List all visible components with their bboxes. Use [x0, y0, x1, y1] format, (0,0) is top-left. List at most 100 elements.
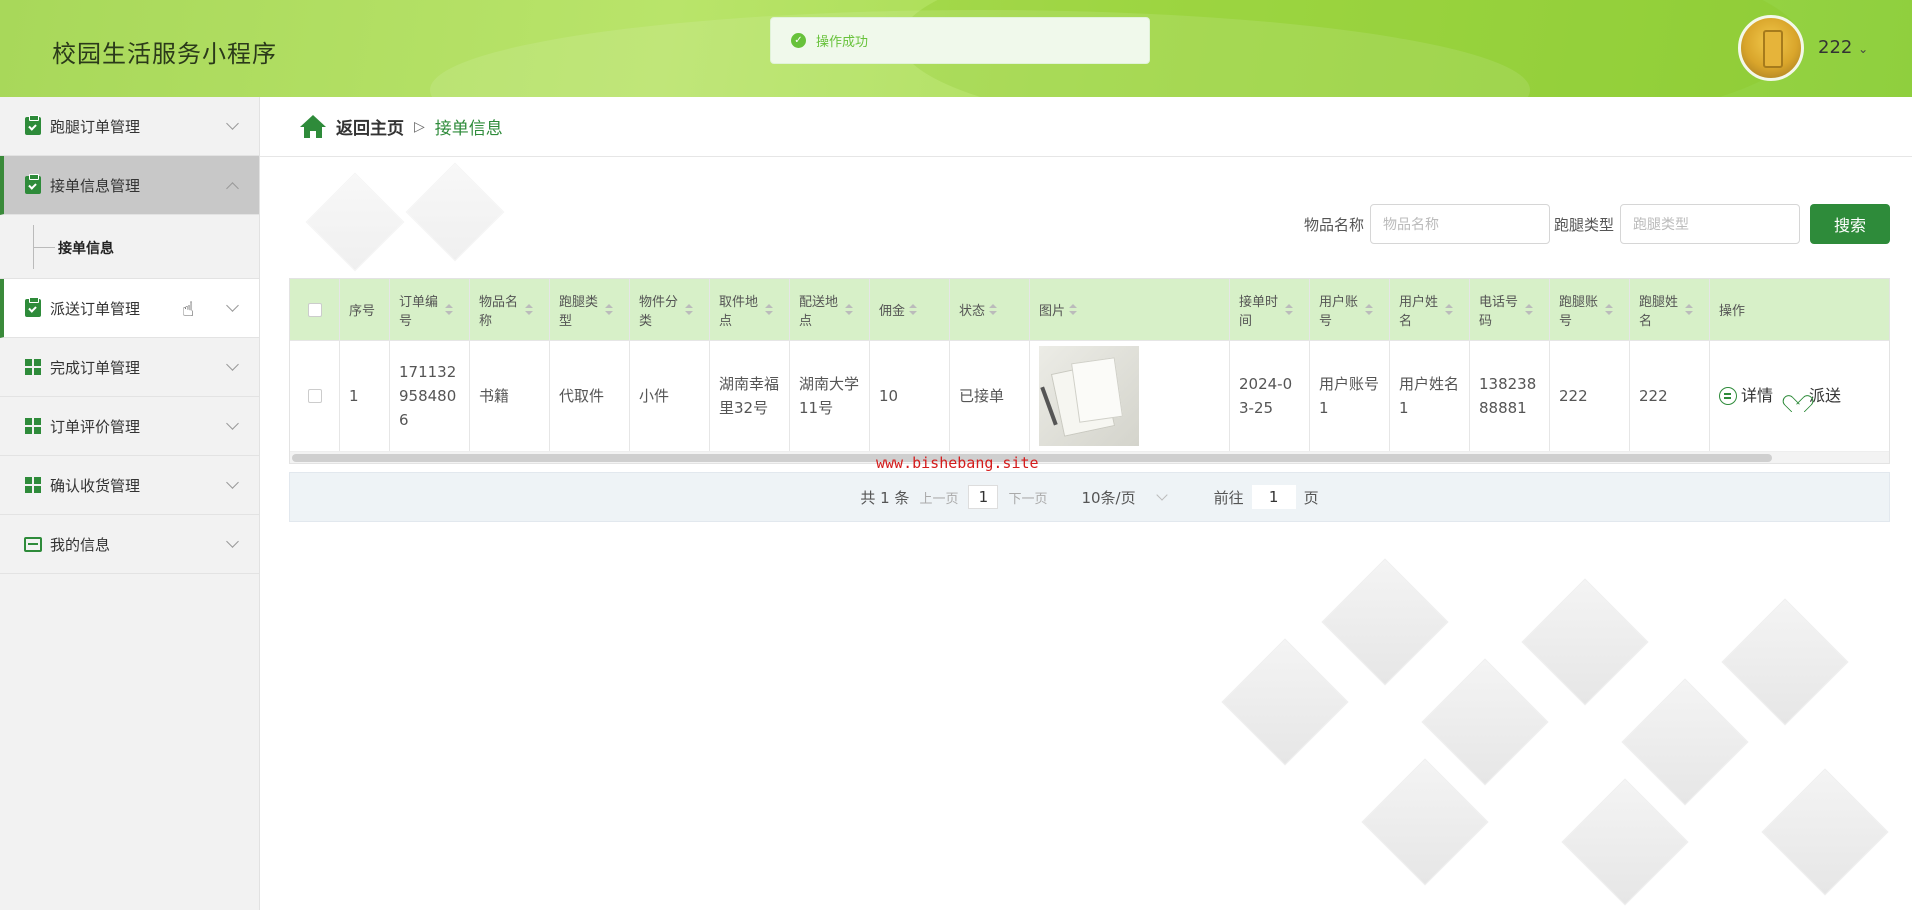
sort-icon — [1525, 303, 1533, 316]
breadcrumb-separator: ▷ — [414, 118, 425, 135]
sidebar-item-completed-orders[interactable]: 完成订单管理 — [0, 338, 259, 397]
column-header: 操作 — [1719, 304, 1746, 319]
next-page-button[interactable]: 下一页 — [1008, 488, 1047, 507]
cell-runner-name: 222 — [1630, 341, 1710, 451]
column-header[interactable]: 取件地点 — [710, 279, 790, 340]
sidebar-item-my-info[interactable]: 我的信息 — [0, 515, 259, 574]
sidebar: 跑腿订单管理 接单信息管理 接单信息 派送订单管理 ☝ 完成订单管理 订单评价管… — [0, 97, 260, 910]
goto-suffix: 页 — [1303, 488, 1319, 507]
wallet-icon — [24, 535, 42, 553]
background-tile — [1361, 758, 1489, 886]
chevron-down-icon — [226, 358, 239, 371]
chevron-down-icon — [1155, 489, 1168, 501]
cell-actions: 详情 派送 — [1710, 341, 1889, 451]
breadcrumb: 返回主页 ▷ 接单信息 — [260, 97, 1912, 157]
clipboard-icon — [24, 174, 42, 194]
table-row: 1 1711329584806 书籍 代取件 小件 湖南幸福里32号 湖南大学1… — [290, 340, 1889, 451]
column-header[interactable]: 跑腿类型 — [550, 279, 630, 340]
background-tile — [405, 162, 505, 262]
select-all-checkbox[interactable] — [290, 279, 340, 340]
sort-icon — [909, 303, 918, 316]
row-checkbox[interactable] — [290, 341, 340, 451]
home-icon[interactable] — [300, 114, 326, 139]
cell-user-name: 用户姓名1 — [1390, 341, 1470, 451]
sidebar-subitem-accept-info[interactable]: 接单信息 — [0, 215, 259, 279]
sort-icon — [605, 303, 613, 316]
column-header[interactable]: 接单时间 — [1230, 279, 1310, 340]
column-header[interactable]: 用户姓名 — [1390, 279, 1470, 340]
column-header[interactable]: 配送地点 — [790, 279, 870, 340]
heart-icon — [1787, 388, 1805, 404]
background-tile — [1521, 578, 1649, 706]
background-tile — [1721, 598, 1849, 726]
clipboard-check-icon — [24, 115, 42, 135]
sidebar-item-confirm-receipt[interactable]: 确认收货管理 — [0, 456, 259, 515]
column-header[interactable]: 用户账号 — [1310, 279, 1390, 340]
hand-cursor-icon: ☝ — [182, 297, 195, 321]
column-header[interactable]: 跑腿账号 — [1550, 279, 1630, 340]
check-circle-icon: ✓ — [791, 33, 806, 48]
cell-pickup: 湖南幸福里32号 — [710, 341, 790, 451]
cell-phone: 13823888881 — [1470, 341, 1550, 451]
column-header[interactable]: 状态 — [950, 279, 1030, 340]
search-button[interactable]: 搜索 — [1810, 204, 1890, 244]
sidebar-item-label: 跑腿订单管理 — [50, 117, 141, 136]
sort-icon — [845, 303, 853, 316]
sort-icon — [1685, 303, 1693, 316]
search-bar: 物品名称 跑腿类型 搜索 — [1304, 204, 1890, 244]
sidebar-item-label: 我的信息 — [50, 535, 111, 554]
user-name: 222 — [1818, 37, 1853, 58]
top-header: 校园生活服务小程序 ✓ 操作成功 222 ⌄ — [0, 0, 1912, 97]
column-header[interactable]: 物件分类 — [630, 279, 710, 340]
item-name-input[interactable] — [1369, 204, 1550, 244]
goto-page-input[interactable]: 1 — [1251, 485, 1296, 509]
background-tile — [1221, 638, 1349, 766]
cell-accept-time: 2024-03-25 — [1230, 341, 1310, 451]
chevron-down-icon — [226, 476, 239, 489]
breadcrumb-home-link[interactable]: 返回主页 — [336, 114, 404, 139]
clipboard-check-icon — [24, 297, 42, 317]
detail-button[interactable]: 详情 — [1719, 384, 1773, 408]
avatar[interactable] — [1738, 15, 1804, 81]
errand-type-input[interactable] — [1620, 204, 1800, 244]
item-thumbnail[interactable] — [1039, 346, 1139, 446]
sort-icon — [1365, 303, 1373, 316]
sidebar-item-delivery-orders[interactable]: 派送订单管理 ☝ — [0, 279, 259, 338]
sort-icon — [1445, 303, 1453, 316]
sidebar-item-label: 接单信息管理 — [50, 176, 141, 195]
dispatch-button[interactable]: 派送 — [1787, 384, 1841, 408]
horizontal-scrollbar[interactable] — [290, 451, 1889, 463]
orders-table: 序号 订单编号 物品名称 跑腿类型 物件分类 取件地点 配送地点 佣金 状态 图… — [289, 278, 1890, 464]
column-header[interactable]: 跑腿姓名 — [1630, 279, 1710, 340]
watermark: www.bishebang.site — [876, 454, 1039, 472]
background-tile — [1421, 658, 1549, 786]
user-menu[interactable]: 222 ⌄ — [1818, 37, 1868, 58]
column-header[interactable]: 图片 — [1030, 279, 1230, 340]
sort-icon — [1285, 303, 1293, 316]
background-tile — [1621, 678, 1749, 806]
sort-icon — [1605, 303, 1613, 316]
grid-icon — [24, 417, 42, 435]
sidebar-item-errand-orders[interactable]: 跑腿订单管理 — [0, 97, 259, 156]
current-page-number[interactable]: 1 — [968, 485, 999, 509]
column-header[interactable]: 佣金 — [870, 279, 950, 340]
app-title: 校园生活服务小程序 — [52, 40, 277, 68]
background-tile — [1761, 768, 1889, 896]
sort-icon — [445, 303, 453, 316]
prev-page-button[interactable]: 上一页 — [919, 488, 958, 507]
column-header[interactable]: 订单编号 — [390, 279, 470, 340]
background-tile — [305, 172, 405, 272]
sidebar-item-accept-info[interactable]: 接单信息管理 — [0, 156, 259, 215]
cell-status: 已接单 — [950, 341, 1030, 451]
page-size-select[interactable]: 10条/页 — [1081, 487, 1168, 508]
background-tile — [1321, 558, 1449, 686]
column-header[interactable]: 物品名称 — [470, 279, 550, 340]
suitcase-icon — [1763, 30, 1783, 68]
grid-icon — [24, 476, 42, 494]
background-tile — [1561, 778, 1689, 906]
table-header: 序号 订单编号 物品名称 跑腿类型 物件分类 取件地点 配送地点 佣金 状态 图… — [290, 279, 1889, 340]
sidebar-item-order-reviews[interactable]: 订单评价管理 — [0, 397, 259, 456]
goto-label: 前往 — [1213, 488, 1244, 507]
column-header[interactable]: 电话号码 — [1470, 279, 1550, 340]
pagination: 共 1 条 上一页 1 下一页 10条/页 前往 1 页 — [289, 472, 1890, 522]
